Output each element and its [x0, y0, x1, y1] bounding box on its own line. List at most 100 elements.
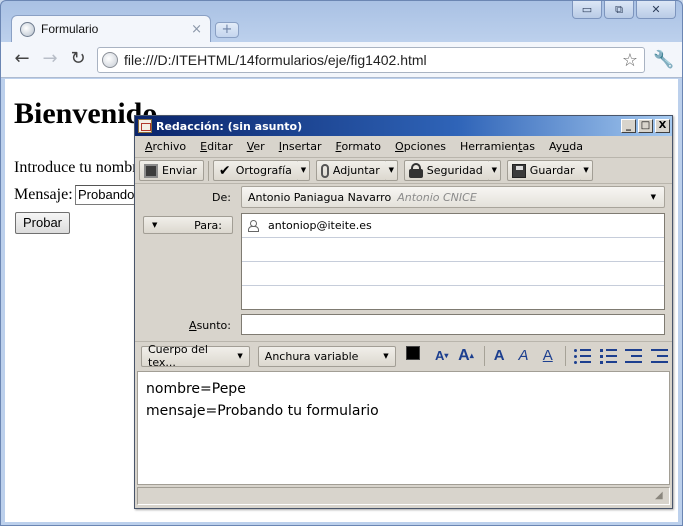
checkmark-icon: ✔ — [218, 162, 231, 179]
recipient-row[interactable]: antoniop@iteite.es — [242, 214, 664, 238]
menu-ayuda[interactable]: Ayuda — [543, 140, 591, 153]
browser-tab[interactable]: Formulario × — [11, 15, 211, 42]
menu-insertar[interactable]: Insertar — [273, 140, 330, 153]
new-tab-button[interactable]: + — [215, 22, 239, 38]
toolbar-separator — [207, 160, 209, 181]
menu-archivo[interactable]: Archivo — [139, 140, 194, 153]
font-select[interactable]: Anchura variable ▼ — [257, 345, 396, 367]
recipient-row[interactable] — [242, 286, 664, 310]
save-button[interactable]: Guardar — [506, 160, 582, 181]
compose-maximize-button[interactable]: □ — [638, 119, 653, 133]
from-label: De: — [212, 191, 231, 204]
numbered-list-icon[interactable] — [599, 348, 617, 364]
from-select[interactable]: Antonio Paniagua Navarro Antonio CNICE ▼ — [241, 186, 665, 208]
lock-icon — [408, 163, 423, 178]
send-label: Enviar — [162, 164, 197, 177]
compose-titlebar[interactable]: Redacción: (sin asunto) _ □ X — [135, 116, 672, 136]
save-dropdown[interactable]: ▼ — [580, 160, 593, 181]
reload-button[interactable]: ↻ — [67, 48, 89, 70]
send-button[interactable]: Enviar — [139, 160, 204, 181]
chevron-down-icon: ▼ — [152, 221, 158, 229]
text-color-picker[interactable] — [405, 346, 426, 367]
recipient-list[interactable]: antoniop@iteite.es — [241, 213, 665, 310]
wrench-menu-icon[interactable]: 🔧 — [653, 50, 674, 70]
close-button[interactable]: ✕ — [636, 1, 676, 19]
floppy-disk-icon — [511, 163, 526, 178]
save-label: Guardar — [529, 164, 575, 177]
spelling-dropdown[interactable]: ▼ — [297, 160, 310, 181]
menu-opciones[interactable]: Opciones — [389, 140, 454, 153]
body-line: nombre=Pepe — [146, 381, 246, 397]
recipient-row[interactable] — [242, 238, 664, 262]
security-button[interactable]: Seguridad — [403, 160, 490, 181]
address-url[interactable]: file:///D:/ITEHTML/14formularios/eje/fig… — [124, 52, 622, 68]
message-body[interactable]: nombre=Pepe mensaje=Probando tu formular… — [137, 371, 670, 485]
attach-button[interactable]: Adjuntar — [315, 160, 387, 181]
menu-formato[interactable]: Formato — [330, 140, 390, 153]
send-icon — [144, 163, 158, 178]
resize-grip-icon[interactable]: ◢ — [655, 490, 667, 502]
recipient-row[interactable] — [242, 262, 664, 286]
browser-toolbar: ← → ↻ file:///D:/ITEHTML/14formularios/e… — [1, 42, 682, 78]
security-label: Seguridad — [426, 164, 483, 177]
subject-label: Asunto: — [189, 319, 231, 332]
bookmark-star-icon[interactable]: ☆ — [622, 50, 638, 71]
recipient-type-button[interactable]: ▼ Para: — [143, 216, 233, 234]
address-bar[interactable]: file:///D:/ITEHTML/14formularios/eje/fig… — [97, 47, 645, 73]
format-separator — [565, 346, 567, 366]
tab-close-icon[interactable]: × — [191, 22, 202, 37]
bullet-list-icon[interactable] — [574, 348, 592, 364]
subject-input[interactable] — [241, 314, 665, 335]
compose-title: Redacción: (sin asunto) — [156, 119, 303, 133]
compose-window-controls: _ □ X — [619, 119, 670, 133]
chevron-down-icon: ▼ — [383, 352, 389, 360]
globe-icon — [20, 21, 35, 37]
chevron-down-icon: ▼ — [237, 352, 243, 360]
from-name: Antonio Paniagua Navarro — [248, 190, 392, 204]
browser-window-controls: ▭ ⧉ ✕ — [570, 1, 676, 19]
minimize-button[interactable]: ▭ — [572, 1, 602, 19]
forward-button[interactable]: → — [39, 48, 61, 70]
compose-toolbar: Enviar ✔ Ortografía ▼ Adjuntar ▼ Segurid… — [135, 158, 672, 184]
to-label: Para: — [194, 218, 222, 232]
compose-minimize-button[interactable]: _ — [621, 119, 636, 133]
paperclip-icon — [320, 163, 329, 178]
format-toolbar: Cuerpo del tex... ▼ Anchura variable ▼ A… — [135, 341, 672, 370]
compose-close-button[interactable]: X — [655, 119, 670, 133]
attach-dropdown[interactable]: ▼ — [385, 160, 398, 181]
menu-ver[interactable]: Ver — [241, 140, 273, 153]
intro-label: Introduce tu nombre — [14, 159, 145, 176]
probar-button[interactable]: Probar — [15, 212, 70, 234]
chevron-down-icon: ▼ — [650, 193, 656, 201]
compose-window: Redacción: (sin asunto) _ □ X Archivo Ed… — [134, 115, 673, 509]
attach-label: Adjuntar — [332, 164, 380, 177]
font-larger-button[interactable]: A▴ — [455, 345, 476, 367]
format-separator — [483, 346, 485, 366]
page-info-icon[interactable] — [102, 52, 118, 68]
font-smaller-button[interactable]: A▾ — [431, 345, 452, 367]
spelling-button[interactable]: ✔ Ortografía — [212, 160, 299, 181]
paragraph-format-select[interactable]: Cuerpo del tex... ▼ — [141, 343, 250, 369]
underline-button[interactable]: A — [537, 345, 558, 367]
outdent-icon[interactable] — [625, 348, 643, 364]
compose-app-icon — [138, 119, 152, 133]
body-line: mensaje=Probando tu formulario — [146, 403, 379, 419]
italic-button[interactable]: A — [513, 345, 534, 367]
spelling-label: Ortografía — [235, 164, 292, 177]
indent-icon[interactable] — [650, 348, 668, 364]
person-icon — [248, 220, 259, 232]
compose-statusbar: ◢ — [137, 487, 670, 505]
recipient-address[interactable]: antoniop@iteite.es — [268, 219, 372, 232]
security-dropdown[interactable]: ▼ — [488, 160, 501, 181]
paragraph-format-value: Cuerpo del tex... — [148, 343, 208, 369]
from-account: Antonio CNICE — [397, 190, 477, 204]
font-value: Anchura variable — [264, 349, 359, 363]
mensaje-label: Mensaje: — [14, 186, 73, 203]
menu-herramientas[interactable]: Herramientas — [454, 140, 543, 153]
tab-title: Formulario — [41, 22, 99, 36]
bold-button[interactable]: A — [489, 345, 510, 367]
compose-menubar: Archivo Editar Ver Insertar Formato Opci… — [135, 136, 672, 158]
maximize-button[interactable]: ⧉ — [604, 1, 634, 19]
menu-editar[interactable]: Editar — [194, 140, 241, 153]
back-button[interactable]: ← — [11, 48, 33, 70]
